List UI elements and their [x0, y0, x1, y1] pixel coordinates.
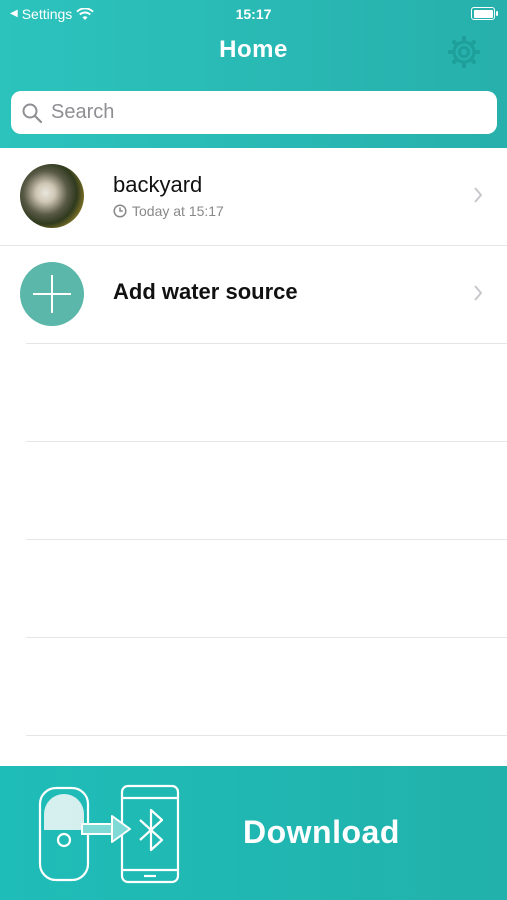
list-item-title: backyard [113, 172, 203, 197]
list-item-backyard[interactable]: backyard Today at 15:17 [0, 148, 507, 246]
page-title: Home [219, 36, 288, 63]
list-item-timestamp: Today at 15:17 [113, 203, 224, 219]
empty-row [26, 442, 507, 540]
status-bar: ◀ Settings 15:17 [0, 0, 507, 28]
search-bar[interactable] [11, 91, 497, 134]
clock-icon [113, 204, 127, 218]
empty-row [26, 638, 507, 736]
add-water-source-button[interactable]: Add water source [20, 246, 507, 344]
empty-row [26, 540, 507, 638]
chevron-right-icon [474, 285, 483, 301]
download-button[interactable]: Download [0, 766, 507, 900]
status-time: 15:17 [235, 6, 272, 22]
chevron-right-icon [474, 187, 483, 203]
gear-icon[interactable] [447, 35, 481, 69]
search-icon [22, 103, 43, 123]
empty-row [26, 344, 507, 442]
download-label: Download [243, 814, 400, 850]
water-source-photo [20, 164, 84, 228]
bluetooth-transfer-icon [38, 784, 180, 884]
water-source-list: backyard Today at 15:17 Add water source [0, 148, 507, 736]
plus-icon [20, 262, 84, 326]
battery-icon [471, 7, 498, 20]
add-water-source-label: Add water source [113, 279, 298, 304]
search-input[interactable] [49, 100, 473, 125]
header: ◀ Settings 15:17 Home [0, 0, 507, 148]
timestamp-text: Today at 15:17 [132, 203, 224, 219]
